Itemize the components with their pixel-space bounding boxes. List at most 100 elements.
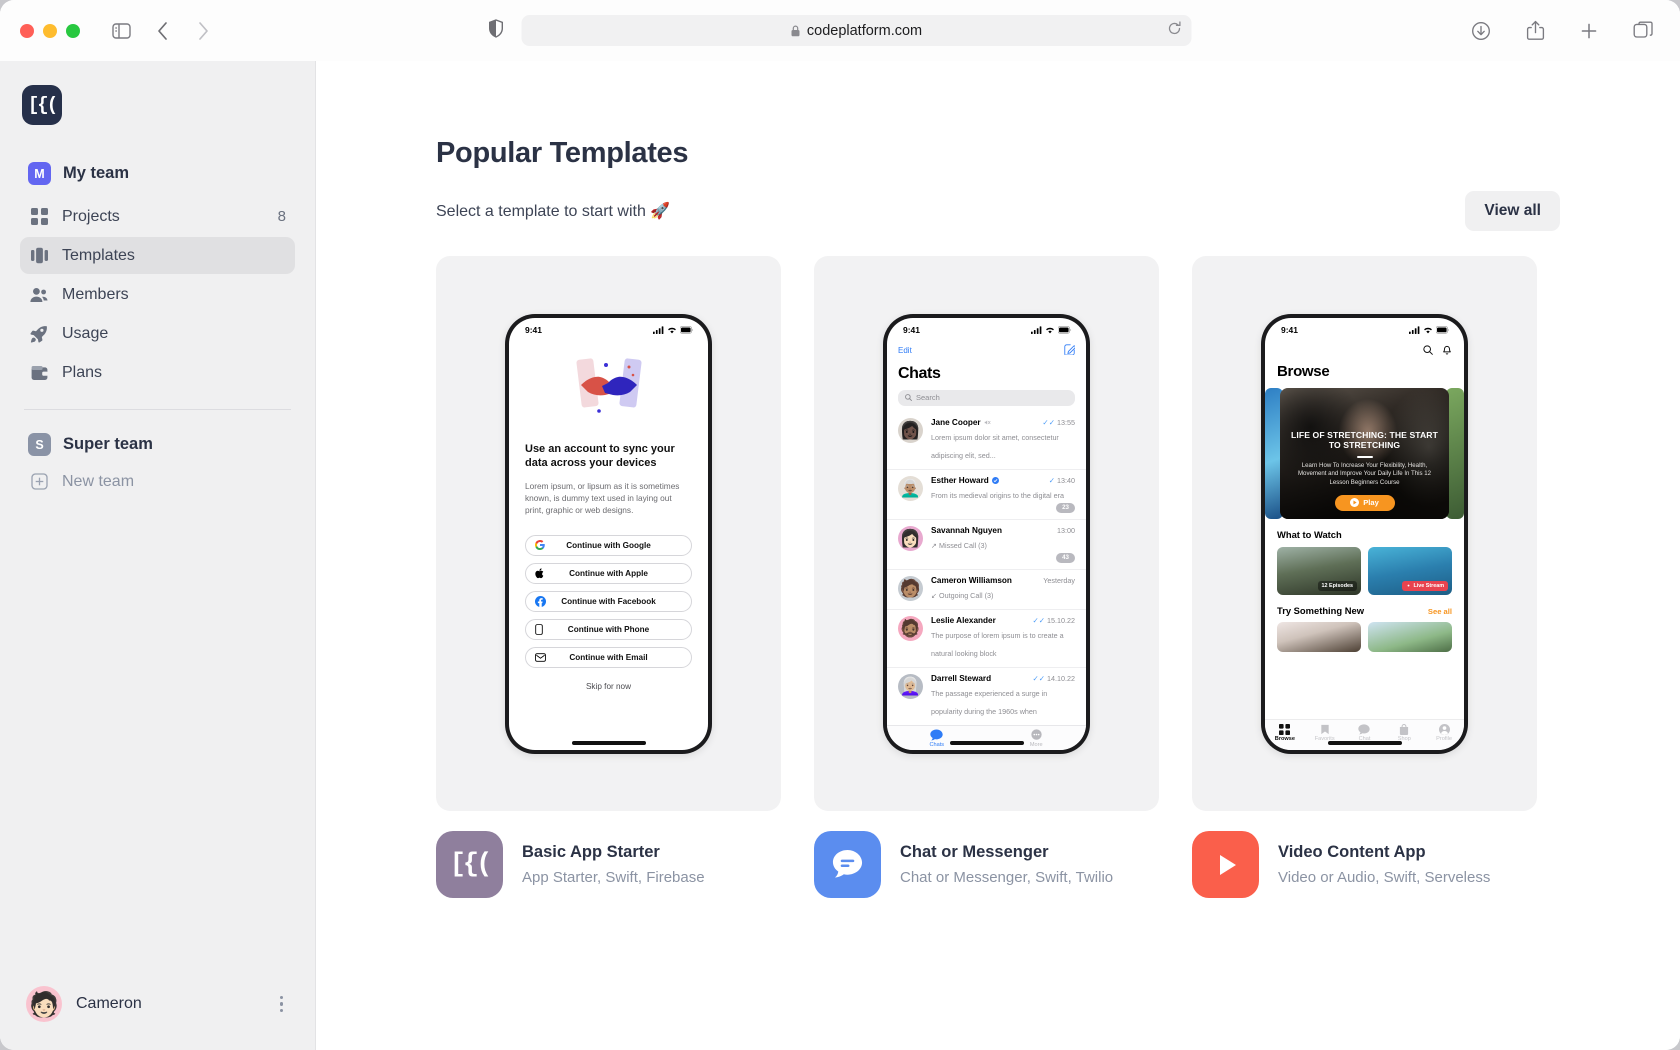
play-button[interactable]: Play — [1334, 494, 1395, 511]
subtitle-row: Select a template to start with 🚀 View a… — [436, 191, 1560, 231]
grid-icon — [29, 207, 49, 227]
battery-icon — [680, 326, 694, 334]
template-title: Video Content App — [1278, 843, 1426, 861]
sidebar-item-projects[interactable]: Projects 8 — [20, 198, 295, 235]
edit-button[interactable]: Edit — [898, 346, 912, 355]
tab-chats[interactable]: Chats — [887, 728, 987, 748]
downloads-icon[interactable] — [1464, 16, 1498, 46]
user-name-label: Cameron — [76, 995, 142, 1012]
continue-with-phone-button[interactable]: Continue with Phone — [525, 618, 692, 640]
team-avatar: S — [28, 433, 51, 456]
chat-list-item[interactable]: 🧑🏽 Cameron Williamson Yesterday ↙ Outgoi… — [887, 568, 1086, 609]
phone3-content: Browse LIFE OF STRETCHING: THE START TO … — [1265, 340, 1464, 750]
main-content: Popular Templates Select a template to s… — [316, 61, 1680, 1050]
sidebar-item-usage[interactable]: Usage — [20, 315, 295, 352]
chat-list-item[interactable]: 👨🏽‍🦳 Esther Howard ✓13:40 — [887, 468, 1086, 519]
maximize-window-button[interactable] — [66, 23, 80, 38]
hero-card[interactable]: LIFE OF STRETCHING: THE START TO STRETCH… — [1280, 387, 1449, 519]
address-bar[interactable]: codeplatform.com — [521, 15, 1192, 46]
tab-shop[interactable]: Shop — [1384, 723, 1424, 742]
sidebar-item-label: Plans — [62, 363, 103, 381]
home-indicator — [949, 741, 1024, 745]
tab-more[interactable]: More — [987, 728, 1087, 748]
chat-list-item[interactable]: 🧔🏽 Leslie Alexander ✓✓ 15.10.22 The purp… — [887, 608, 1086, 667]
chat-bubble-icon — [832, 849, 863, 878]
tab-chat[interactable]: Chat — [1345, 723, 1385, 742]
status-icons — [1409, 326, 1450, 334]
chat-list-item[interactable]: 👩🏼‍🦳 Darrell Steward ✓✓14.10.22 The — [887, 666, 1086, 725]
share-icon[interactable] — [1518, 16, 1552, 46]
chat-message: ↙ Outgoing Call (3) — [931, 590, 994, 600]
hero-heading: LIFE OF STRETCHING: THE START TO STRETCH… — [1291, 429, 1438, 451]
projects-count: 8 — [277, 208, 286, 225]
tab-overview-icon[interactable] — [1626, 16, 1660, 46]
forward-chevron-icon[interactable] — [186, 16, 220, 46]
content-thumbnail[interactable] — [1277, 621, 1361, 652]
phone-icon — [535, 624, 543, 635]
search-input[interactable]: Search — [898, 389, 1075, 406]
bag-icon — [1400, 723, 1409, 735]
browser-toolbar: codeplatform.com — [0, 0, 1680, 61]
app-logo[interactable]: [{( — [22, 85, 62, 125]
rocket-icon — [29, 324, 49, 344]
continue-with-google-button[interactable]: Continue with Google — [525, 534, 692, 556]
template-card-chat-or-messenger[interactable]: 9:41 Edit Chats Search 👩🏿 Jane Cooper ✓✓… — [814, 256, 1159, 898]
tab-profile[interactable]: Profile — [1424, 723, 1464, 742]
plus-icon[interactable] — [1572, 16, 1606, 46]
sidebar-item-templates[interactable]: Templates — [20, 237, 295, 274]
sidebar-item-label: Projects — [62, 207, 120, 225]
reload-icon[interactable] — [1168, 20, 1182, 41]
kebab-menu-icon[interactable] — [274, 992, 290, 1017]
minimize-window-button[interactable] — [43, 23, 57, 38]
new-team-button[interactable]: New team — [20, 463, 295, 500]
tab-label: Browse — [1274, 735, 1295, 742]
home-indicator — [571, 741, 646, 745]
hero-carousel: LIFE OF STRETCHING: THE START TO STRETCH… — [1265, 387, 1464, 519]
skip-for-now-link[interactable]: Skip for now — [525, 682, 692, 691]
template-card-basic-app-starter[interactable]: 9:41 Use an account to sync your data ac… — [436, 256, 781, 898]
user-profile-row[interactable]: 🧑🏻 Cameron — [20, 980, 295, 1028]
avatar: 🧔🏽 — [898, 615, 923, 641]
oauth-label: Continue with Facebook — [561, 596, 656, 606]
continue-with-email-button[interactable]: Continue with Email — [525, 646, 692, 668]
chat-message: Lorem ipsum dolor sit amet, consectetur … — [931, 432, 1059, 460]
new-team-label: New team — [62, 472, 135, 490]
back-chevron-icon[interactable] — [146, 16, 180, 46]
search-icon[interactable] — [1423, 342, 1433, 360]
play-label: Play — [1363, 498, 1379, 507]
live-stream-label: Live Stream — [1413, 582, 1444, 589]
sidebar: [{( M My team Projects 8 Templates Membe… — [0, 61, 316, 1050]
chat-message: The passage experienced a surge in popul… — [931, 688, 1048, 716]
cellular-icon — [653, 326, 664, 334]
content-thumbnail[interactable] — [1368, 621, 1452, 652]
close-window-button[interactable] — [20, 23, 34, 38]
team-switcher-my-team[interactable]: M My team — [20, 155, 295, 192]
sidebar-item-plans[interactable]: Plans — [20, 354, 295, 391]
sidebar-item-members[interactable]: Members — [20, 276, 295, 313]
sidebar-toggle-icon[interactable] — [104, 16, 138, 46]
tab-favorits[interactable]: Favorits — [1305, 724, 1345, 742]
continue-with-apple-button[interactable]: Continue with Apple — [525, 562, 692, 584]
tab-browse[interactable]: Browse — [1265, 723, 1305, 742]
more-dots-icon — [1031, 728, 1042, 740]
wifi-icon — [1046, 327, 1054, 334]
mute-icon — [984, 419, 991, 425]
chat-list-item[interactable]: 👩🏿 Jane Cooper ✓✓ 13:55 Lorem ipsum dolo… — [887, 412, 1086, 469]
view-all-button[interactable]: View all — [1465, 191, 1560, 231]
phone-mockup-3: 9:41 Browse LIFE OF STRETCHING: THE STAR… — [1261, 313, 1468, 754]
section-try-something-new: Try Something New See all — [1265, 595, 1464, 616]
video-thumbnail[interactable]: 12 Episodes — [1277, 546, 1361, 595]
phone2-tab-bar: Chats More — [887, 724, 1087, 750]
continue-with-facebook-button[interactable]: Continue with Facebook — [525, 590, 692, 612]
video-thumbnail[interactable]: Live Stream — [1368, 546, 1452, 595]
chat-time: 14.10.22 — [1047, 673, 1075, 683]
shield-icon[interactable] — [489, 18, 504, 43]
read-receipt-icon: ✓✓ — [1032, 615, 1046, 625]
chat-list-item[interactable]: 👩🏻 Savannah Nguyen 13:00 ↗ Missed Call (… — [887, 518, 1086, 569]
bell-icon[interactable] — [1442, 342, 1452, 360]
see-all-link[interactable]: See all — [1428, 607, 1452, 616]
compose-icon[interactable] — [1064, 342, 1076, 360]
team-switcher-super-team[interactable]: S Super team — [20, 426, 295, 463]
template-card-video-content-app[interactable]: 9:41 Browse LIFE OF STRETCHING: THE STAR… — [1192, 256, 1537, 898]
template-title: Chat or Messenger — [900, 843, 1049, 861]
